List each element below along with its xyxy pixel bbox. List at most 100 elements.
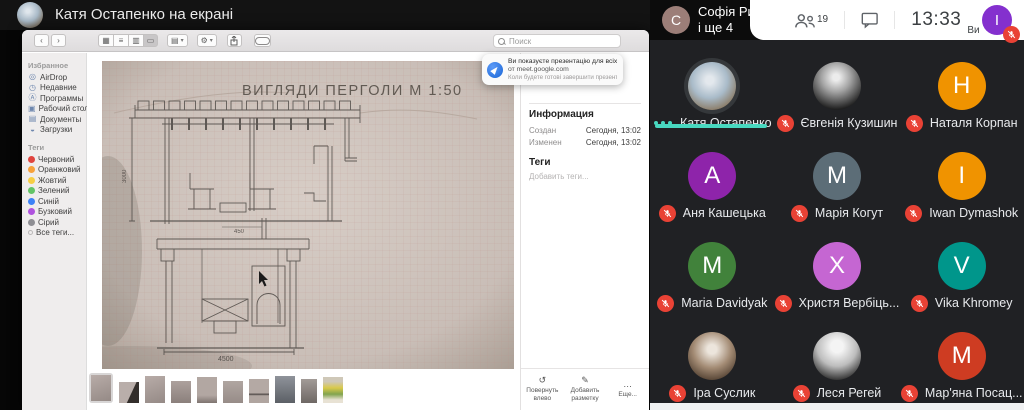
rotate-left-button[interactable]: ↺ Повернуть влево <box>521 369 564 410</box>
sidebar-item-documents[interactable]: ▤ Документы <box>28 114 86 125</box>
participant-avatar: M <box>688 242 737 290</box>
tag-button[interactable] <box>253 34 271 47</box>
participant-tile[interactable]: M Марія Когут <box>775 140 900 230</box>
participant-tile[interactable]: Євгенія Кузишин <box>775 50 900 140</box>
thumbnail[interactable] <box>323 377 343 403</box>
sidebar-item-applications[interactable]: Ⓐ Программы <box>28 93 86 104</box>
chevron-down-icon: ▾ <box>209 37 213 44</box>
forward-button[interactable]: › <box>51 34 66 47</box>
sidebar-tag-blue[interactable]: Синій <box>28 196 86 207</box>
sidebar-all-tags[interactable]: Все теги... <box>28 228 86 239</box>
sidebar-tag-yellow[interactable]: Жовтий <box>28 175 86 186</box>
column-view-button[interactable]: ▥ <box>128 34 143 47</box>
airdrop-icon: ◎ <box>29 72 36 82</box>
notification-hint: Коли будете готові завершити презентацію… <box>508 74 617 81</box>
clock-icon: ◷ <box>29 82 36 92</box>
divider <box>894 11 896 29</box>
mic-muted-icon <box>776 114 794 132</box>
search-field[interactable] <box>493 34 621 48</box>
self-mic-muted-icon <box>1003 26 1020 43</box>
people-icon <box>795 13 815 27</box>
sidebar-item-airdrop[interactable]: ◎ AirDrop <box>28 72 86 83</box>
tags-header: Теги <box>28 143 45 152</box>
participants-button[interactable]: 19 <box>794 12 828 29</box>
bottom-edge-strip <box>650 403 1024 410</box>
sidebar-tag-purple[interactable]: Бузковий <box>28 207 86 218</box>
sidebar-item-recents[interactable]: ◷ Недавние <box>28 83 86 94</box>
gallery-view-button[interactable]: ▭ <box>143 34 158 47</box>
thumbnail[interactable] <box>275 376 295 403</box>
participant-tile[interactable]: Катя Остапенко <box>650 50 775 140</box>
thumbnail-selected[interactable] <box>89 373 113 403</box>
thumbnail[interactable] <box>223 381 243 403</box>
tag-color-dot <box>28 208 35 216</box>
participant-avatar: I <box>937 152 986 200</box>
sidebar-tag-red[interactable]: Червоний <box>28 154 86 165</box>
meet-participants-panel: С Софія Рихлюк і ще 4 19 13:33 Ви І Катя… <box>650 0 1024 410</box>
list-view-button[interactable]: ≡ <box>113 34 128 47</box>
add-tags-field[interactable]: Добавить теги... <box>529 172 589 181</box>
search-input[interactable] <box>509 36 616 46</box>
tag-icon <box>254 36 270 45</box>
participant-tile[interactable]: A Аня Кашецька <box>650 140 775 230</box>
pergola-drawing: ВИГЛЯДИ ПЕРГОЛИ М 1:50 3000 450 4500 <box>22 61 514 386</box>
dimension-450: 450 <box>234 229 245 235</box>
divider <box>529 103 641 104</box>
tag-color-dot <box>28 218 35 226</box>
share-button[interactable] <box>226 34 242 47</box>
presenter-avatar <box>17 2 43 28</box>
icon-view-button[interactable]: ▦ <box>98 34 113 47</box>
mic-muted-icon <box>790 204 808 222</box>
tag-color-dot <box>28 155 35 163</box>
participant-avatar: X <box>812 242 861 290</box>
chevron-down-icon: ▾ <box>180 37 184 44</box>
mic-muted-icon <box>905 204 923 222</box>
participant-name: Леся Регей <box>816 386 882 400</box>
more-button[interactable]: … Еще... <box>606 369 649 410</box>
markup-button[interactable]: ✎ Добавить разметку <box>564 369 607 410</box>
participant-name: Марія Когут <box>814 206 884 220</box>
mic-muted-icon <box>910 294 928 312</box>
search-icon <box>498 37 505 45</box>
tag-label: Зелений <box>38 186 70 196</box>
info-label: Создан <box>529 126 557 135</box>
thumbnail[interactable] <box>301 379 317 403</box>
thumbnail[interactable] <box>145 376 165 403</box>
sidebar-item-desktop[interactable]: ▣ Рабочий стол <box>28 104 89 115</box>
sidebar-tag-green[interactable]: Зелений <box>28 186 86 197</box>
host-avatar: С <box>662 6 690 34</box>
finder-info-panel: Информация Создан Сегодня, 13:02 Изменен… <box>520 53 649 410</box>
sidebar-tag-gray[interactable]: Сірий <box>28 217 86 228</box>
presenter-banner-text: Катя Остапенко на екрані <box>55 6 234 23</box>
group-by-button[interactable]: ▤ ▾ <box>167 34 188 47</box>
gallery-preview-area: ВИГЛЯДИ ПЕРГОЛИ М 1:50 3000 450 4500 <box>22 53 520 410</box>
sidebar-item-downloads[interactable]: ◒ Загрузки <box>28 125 86 136</box>
presentation-notification[interactable]: Ви показуєте презентацію для всіх от mee… <box>482 54 623 85</box>
participant-avatar <box>688 62 737 110</box>
thumbnail[interactable] <box>197 377 217 403</box>
chat-icon[interactable] <box>861 11 878 29</box>
participant-tile[interactable]: V Vika Khromey <box>899 230 1024 320</box>
participant-tile[interactable]: M Мар'яна Посац... <box>899 320 1024 410</box>
tag-color-dot <box>28 197 35 205</box>
participant-tile[interactable]: H Наталя Корпан <box>899 50 1024 140</box>
back-button[interactable]: ‹ <box>34 34 49 47</box>
thumbnail[interactable] <box>119 382 139 403</box>
sidebar-tag-orange[interactable]: Оранжовий <box>28 165 86 176</box>
participant-tile[interactable]: I Iwan Dymashok <box>899 140 1024 230</box>
action-gear-button[interactable]: ⚙ ▾ <box>196 34 217 47</box>
drawing-title: ВИГЛЯДИ ПЕРГОЛИ М 1:50 <box>242 83 463 99</box>
info-value: Сегодня, 13:02 <box>585 138 641 147</box>
participant-tile[interactable]: Леся Регей <box>775 320 900 410</box>
mic-muted-icon <box>792 384 810 402</box>
thumbnail[interactable] <box>249 379 269 403</box>
participant-tile[interactable]: M Maria Davidyak <box>650 230 775 320</box>
participant-tile[interactable]: Іра Суслик <box>650 320 775 410</box>
info-row-created: Создан Сегодня, 13:02 <box>529 126 641 135</box>
ellipsis-icon: … <box>623 378 633 389</box>
participant-tile[interactable]: X Христя Вербіць... <box>774 230 899 320</box>
sidebar-item-label: Документы <box>40 114 82 124</box>
thumbnail[interactable] <box>171 381 191 403</box>
tag-label: Жовтий <box>38 175 67 185</box>
tag-label: Червоний <box>38 154 75 164</box>
